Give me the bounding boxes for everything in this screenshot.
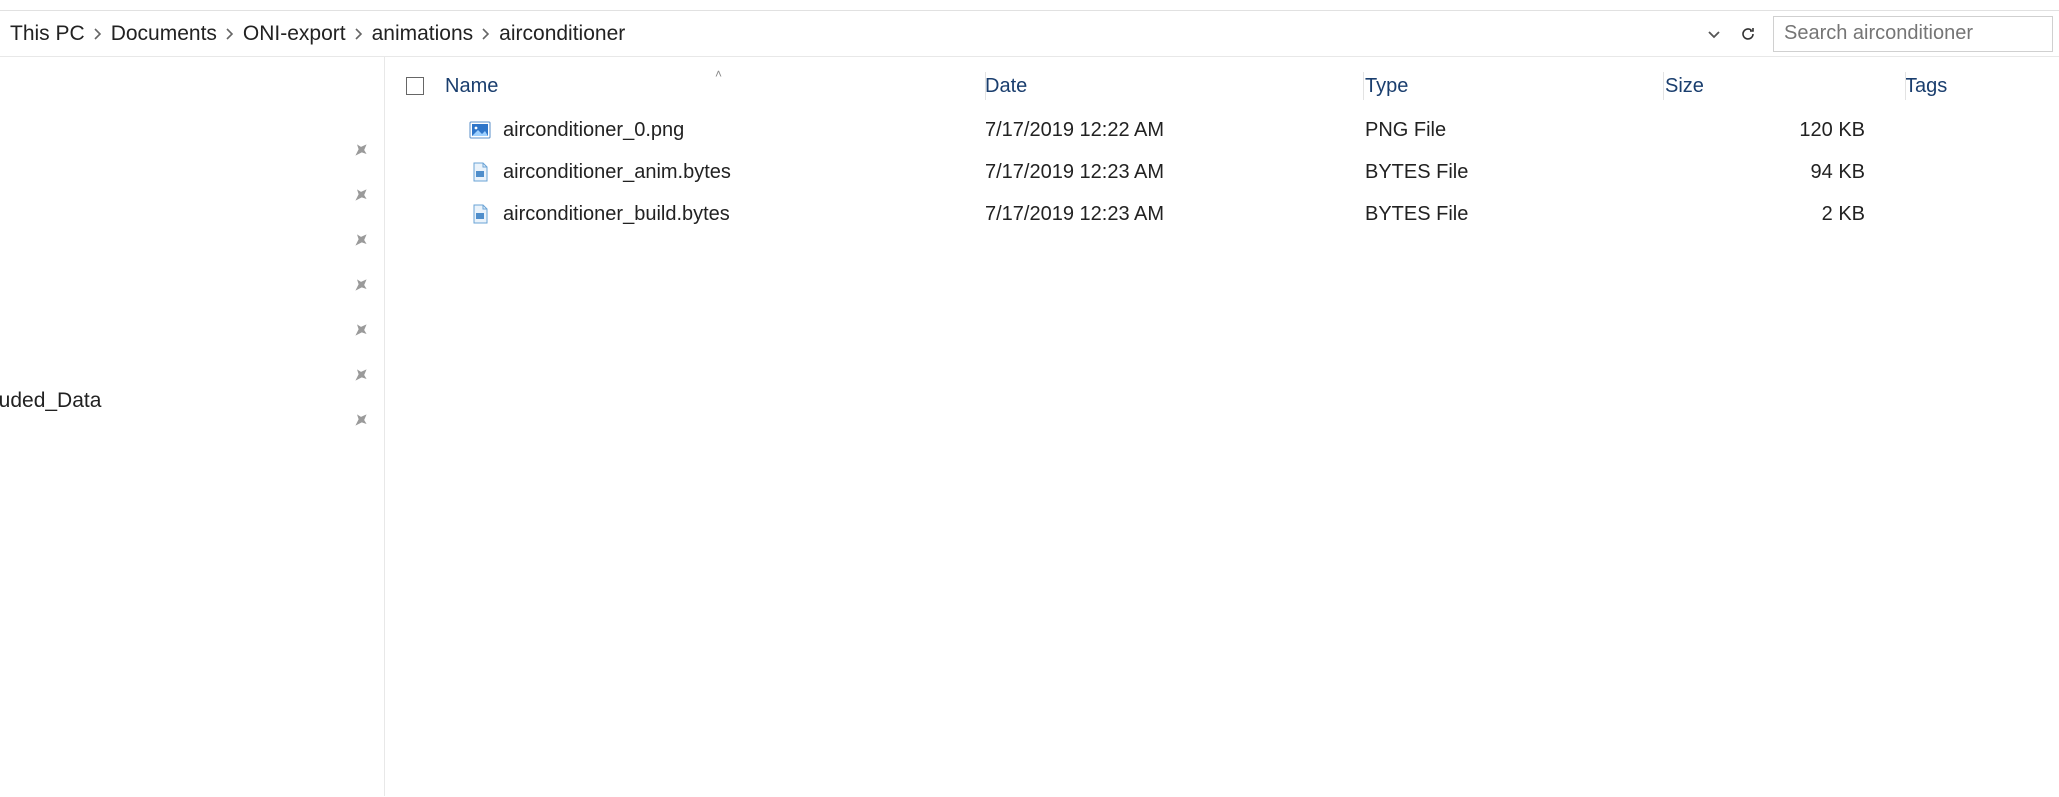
file-row[interactable]: airconditioner_anim.bytes 7/17/2019 12:2… [385, 151, 2059, 193]
bytes-file-icon [469, 203, 491, 225]
ribbon-tab-picture-tools[interactable]: Picture Tools [198, 0, 318, 4]
breadcrumb-item-animations[interactable]: animations [372, 22, 474, 46]
chevron-right-icon[interactable] [354, 29, 364, 39]
breadcrumb-item-oni-export[interactable]: ONI-export [243, 22, 346, 46]
navbar: This PC Documents ONI-export animations … [0, 11, 2059, 57]
breadcrumb-item-documents[interactable]: Documents [111, 22, 217, 46]
ribbon-tab-share[interactable]: Share [2, 0, 65, 4]
column-header-name[interactable]: Name ˄ [445, 75, 985, 98]
pin-icon [352, 276, 370, 299]
column-divider[interactable] [1905, 72, 1906, 100]
sidebar-item-data[interactable]: luded_Data [0, 389, 101, 413]
file-date: 7/17/2019 12:23 AM [985, 203, 1365, 226]
file-size: 120 KB [1665, 119, 1905, 142]
file-row[interactable]: airconditioner_0.png 7/17/2019 12:22 AM … [385, 109, 2059, 151]
ribbon-tab-view[interactable]: View [105, 0, 158, 4]
ribbon-tabs: Share View Picture Tools [0, 0, 2059, 8]
address-right [1697, 11, 2059, 56]
file-name: airconditioner_build.bytes [503, 203, 730, 226]
file-name: airconditioner_0.png [503, 119, 684, 142]
file-size: 94 KB [1665, 161, 1905, 184]
file-row[interactable]: airconditioner_build.bytes 7/17/2019 12:… [385, 193, 2059, 235]
refresh-button[interactable] [1731, 16, 1765, 52]
chevron-right-icon[interactable] [225, 29, 235, 39]
pin-icon [352, 186, 370, 209]
breadcrumb[interactable]: This PC Documents ONI-export animations … [0, 11, 1697, 56]
image-file-icon [469, 119, 491, 141]
search-box[interactable] [1773, 16, 2053, 52]
pin-icon [352, 321, 370, 344]
chevron-right-icon[interactable] [93, 29, 103, 39]
column-header-tags[interactable]: Tags [1905, 75, 2059, 98]
column-divider[interactable] [1663, 72, 1664, 100]
column-divider[interactable] [985, 72, 986, 100]
column-headers: Name ˄ Date Type Size Tags [385, 63, 2059, 109]
column-header-name-label: Name [445, 75, 498, 98]
file-date: 7/17/2019 12:22 AM [985, 119, 1365, 142]
breadcrumb-item-airconditioner[interactable]: airconditioner [499, 22, 625, 46]
pin-icon [352, 411, 370, 434]
pin-icon [352, 141, 370, 164]
file-type: BYTES File [1365, 161, 1665, 184]
pin-icon [352, 231, 370, 254]
file-list-pane: Name ˄ Date Type Size Tags airconditione… [385, 57, 2059, 796]
bytes-file-icon [469, 161, 491, 183]
search-input[interactable] [1784, 22, 2042, 45]
file-size: 2 KB [1665, 203, 1905, 226]
chevron-right-icon[interactable] [481, 29, 491, 39]
file-name: airconditioner_anim.bytes [503, 161, 731, 184]
main: luded_Data Name ˄ Date Type Size Tags [0, 57, 2059, 796]
pin-icon [352, 366, 370, 389]
breadcrumb-item-this-pc[interactable]: This PC [10, 22, 85, 46]
select-all-checkbox[interactable] [385, 77, 445, 95]
address-dropdown-button[interactable] [1697, 16, 1731, 52]
column-header-size[interactable]: Size [1665, 75, 1905, 98]
column-header-type[interactable]: Type [1365, 75, 1665, 98]
navigation-pane[interactable]: luded_Data [0, 57, 385, 796]
column-header-date[interactable]: Date [985, 75, 1365, 98]
sort-ascending-icon: ˄ [715, 67, 722, 81]
file-rows: airconditioner_0.png 7/17/2019 12:22 AM … [385, 109, 2059, 235]
pin-column [352, 141, 370, 434]
file-type: PNG File [1365, 119, 1665, 142]
column-divider[interactable] [1363, 72, 1364, 100]
file-type: BYTES File [1365, 203, 1665, 226]
file-date: 7/17/2019 12:23 AM [985, 161, 1365, 184]
